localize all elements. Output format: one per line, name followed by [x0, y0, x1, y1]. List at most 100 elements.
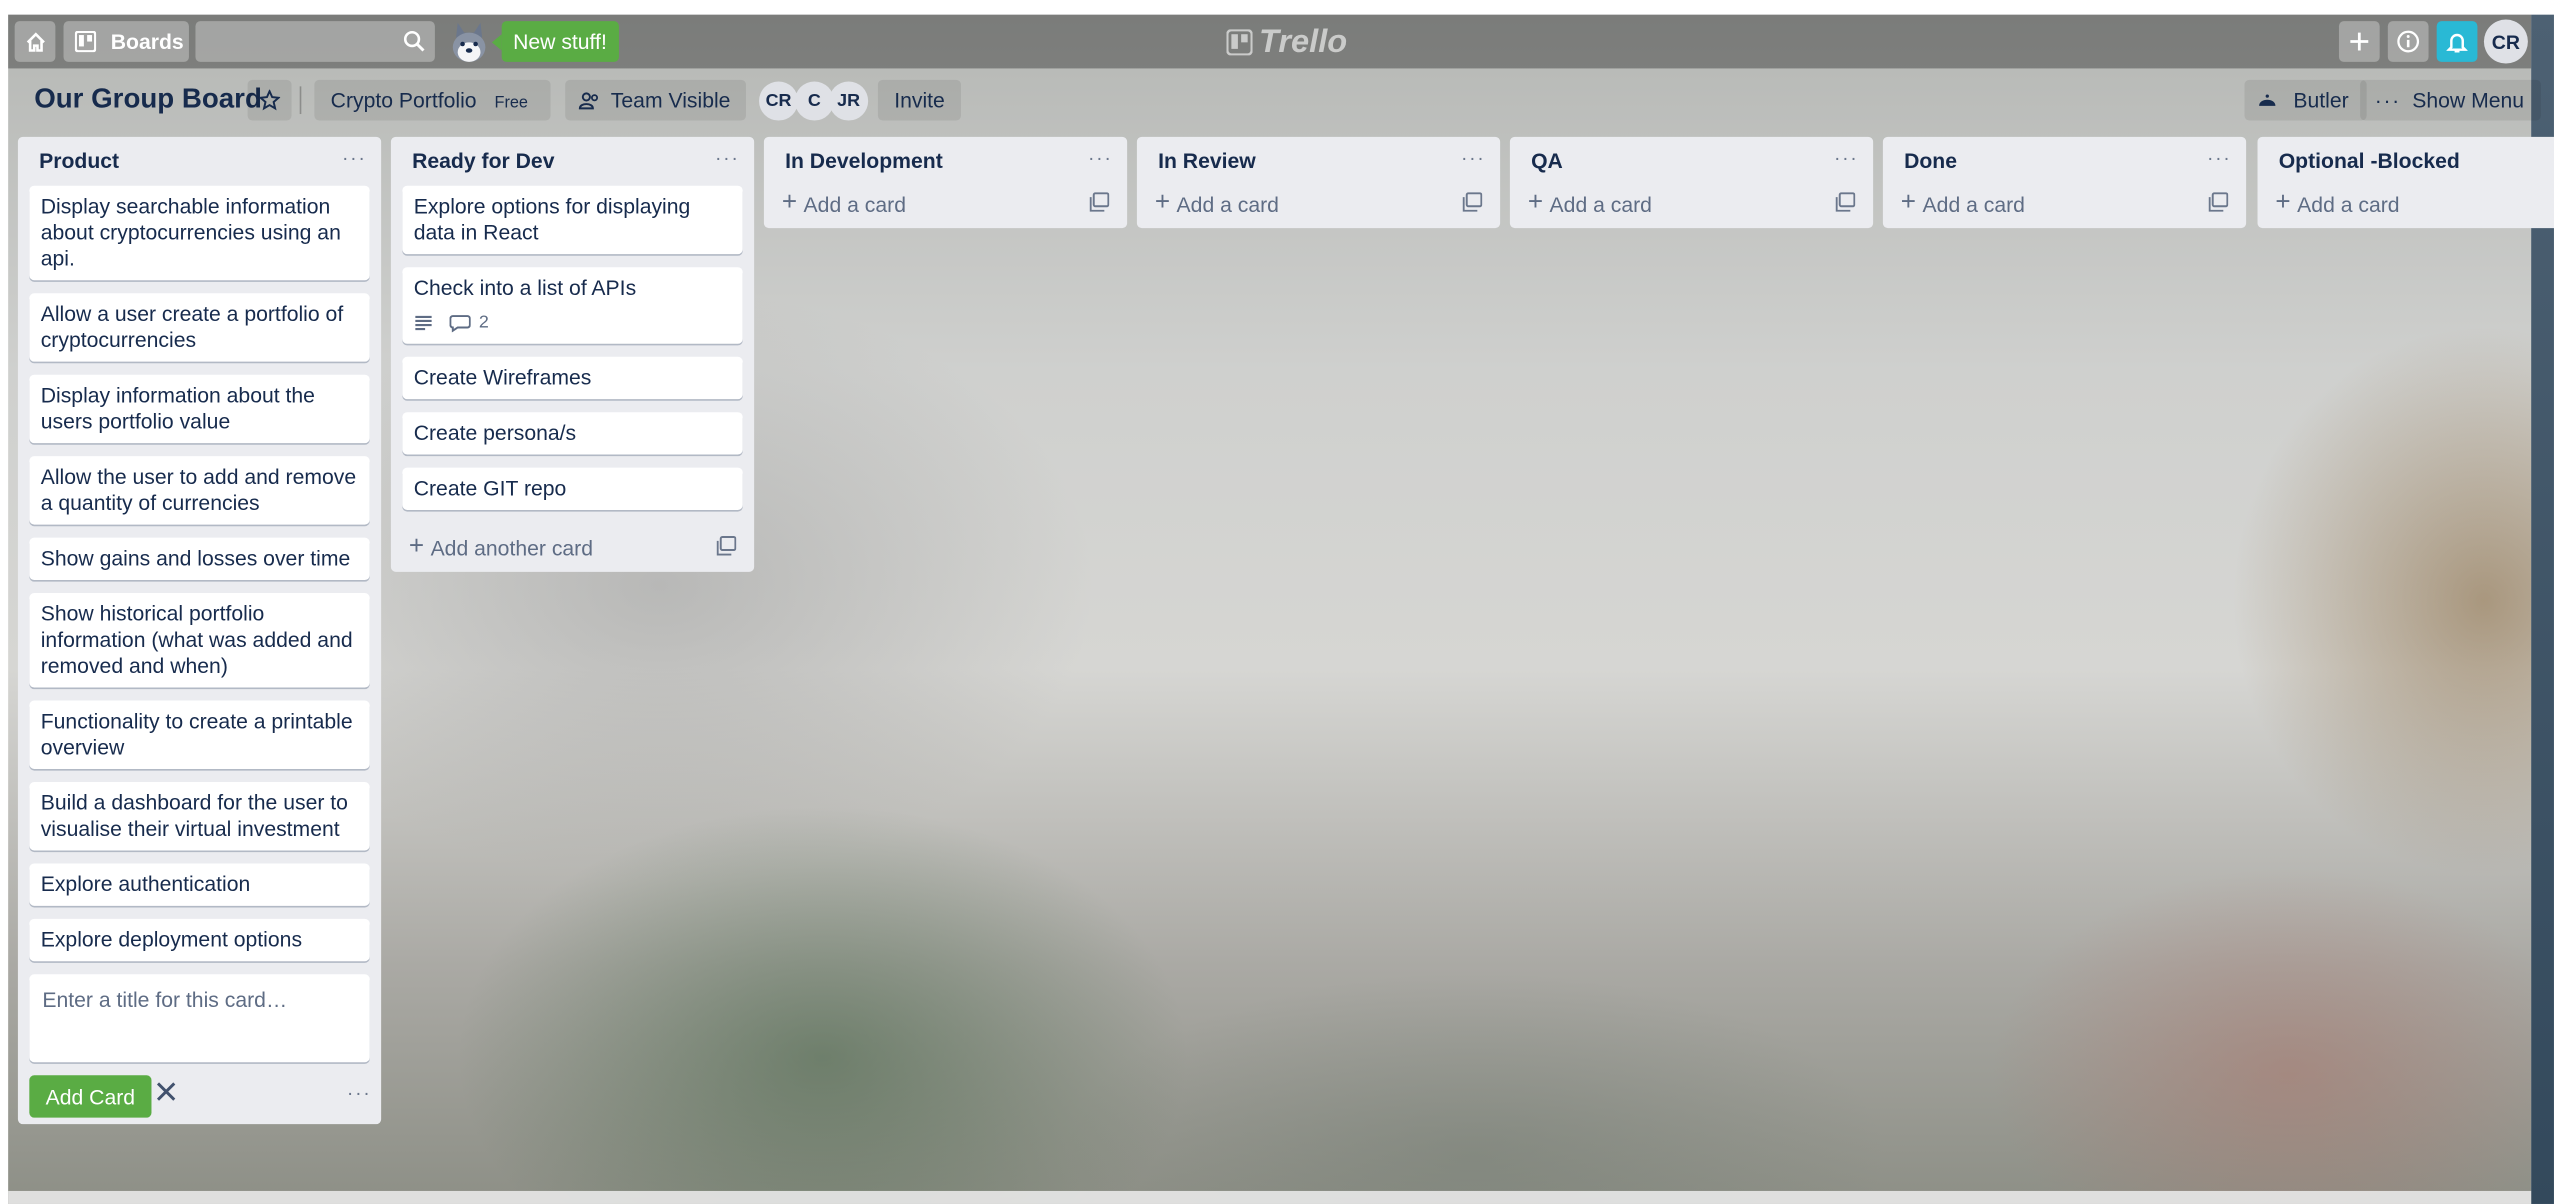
trello-logo-text: Trello — [1259, 23, 1348, 60]
trello-logo[interactable]: Trello — [1226, 24, 1347, 60]
user-avatar[interactable]: CR — [2483, 19, 2528, 64]
home-button[interactable] — [14, 21, 56, 62]
card[interactable]: Create persona/s — [402, 412, 743, 455]
list-menu-icon[interactable]: ··· — [1461, 147, 1485, 170]
list-menu-icon[interactable]: ··· — [1834, 147, 1858, 170]
plus-icon: + — [1527, 188, 1544, 217]
information-button[interactable] — [2387, 21, 2429, 62]
card[interactable]: Explore authentication — [29, 863, 370, 906]
card[interactable]: Check into a list of APIs 2 — [402, 267, 743, 344]
add-card-label: Add a card — [1549, 191, 1652, 216]
card-template-icon[interactable] — [716, 536, 737, 556]
card-composer — [29, 974, 370, 1063]
list-header[interactable]: In Development ··· — [764, 137, 1127, 179]
add-card-link[interactable]: + Add a card — [1137, 179, 1500, 228]
add-card-link[interactable]: + Add a card — [2258, 179, 2554, 228]
invite-button[interactable]: Invite — [877, 79, 962, 121]
add-card-link[interactable]: + Add a card — [1510, 179, 1873, 228]
list-title[interactable]: In Development — [785, 148, 943, 172]
card[interactable]: Explore options for displaying data in R… — [402, 185, 743, 255]
comment-count: 2 — [478, 312, 489, 333]
card[interactable]: Build a dashboard for the user to visual… — [29, 782, 370, 851]
add-card-label: Add a card — [2297, 191, 2400, 216]
list-in-development: In Development ··· + Add a card — [763, 136, 1128, 229]
butler-button[interactable]: Butler — [2244, 79, 2367, 121]
card[interactable]: Functionality to create a printable over… — [29, 700, 370, 769]
card-template-icon[interactable] — [2208, 192, 2229, 212]
card-badges: 2 — [414, 310, 732, 336]
team-button[interactable]: Crypto Portfolio Free — [314, 79, 551, 121]
card-title-input[interactable] — [39, 984, 356, 1056]
list-header[interactable]: Ready for Dev ··· — [391, 137, 754, 179]
boards-button[interactable]: Boards — [63, 21, 189, 62]
list-header[interactable]: Optional -Blocked — [2258, 137, 2554, 179]
card[interactable]: Display information about the users port… — [29, 374, 370, 444]
card[interactable]: Show historical portfolio information (w… — [29, 593, 370, 688]
card[interactable]: Display searchable information about cry… — [29, 185, 370, 281]
add-card-link[interactable]: + Add a card — [764, 179, 1127, 228]
list-header[interactable]: QA ··· — [1510, 137, 1873, 179]
taco-husky-mascot-icon[interactable] — [445, 18, 494, 67]
list-title[interactable]: Product — [39, 148, 119, 172]
card[interactable]: Explore deployment options — [29, 918, 370, 962]
composer-options-icon[interactable]: ··· — [347, 1082, 371, 1105]
member-avatar[interactable]: JR — [829, 81, 869, 121]
team-visibility-icon — [578, 91, 599, 109]
search-input[interactable] — [195, 21, 435, 62]
create-button[interactable] — [2338, 21, 2380, 62]
star-icon — [258, 89, 281, 111]
more-dots-icon: ··· — [2374, 87, 2401, 113]
add-card-link[interactable]: + Add another card — [391, 523, 754, 572]
card-title: Check into a list of APIs — [413, 275, 637, 300]
plus-icon: + — [1154, 188, 1171, 217]
list-title[interactable]: QA — [1531, 148, 1563, 172]
horizontal-scrollbar[interactable] — [8, 1190, 2532, 1204]
add-card-button[interactable]: Add Card — [29, 1075, 152, 1118]
list-ready-for-dev: Ready for Dev ··· Explore options for di… — [390, 136, 755, 572]
card[interactable]: Create Wireframes — [402, 356, 743, 400]
board-icon — [74, 30, 97, 53]
list-product: Product ··· Display searchable informati… — [17, 136, 382, 1125]
add-card-link[interactable]: + Add a card — [1883, 179, 2246, 228]
list-title[interactable]: Ready for Dev — [412, 148, 554, 172]
card-template-icon[interactable] — [1835, 192, 1856, 212]
card-template-icon[interactable] — [1462, 192, 1483, 212]
comment-icon — [449, 314, 471, 332]
star-board-button[interactable] — [247, 79, 292, 121]
card[interactable]: Show gains and losses over time — [29, 537, 370, 580]
member-initials: CR — [765, 91, 792, 111]
card[interactable]: Create GIT repo — [402, 467, 743, 510]
user-avatar-initials: CR — [2491, 30, 2521, 53]
list-title[interactable]: Optional -Blocked — [2279, 148, 2460, 172]
card[interactable]: Allow the user to add and remove a quant… — [29, 456, 370, 525]
show-menu-label: Show Menu — [2412, 87, 2525, 113]
list-menu-icon[interactable]: ··· — [2207, 147, 2231, 170]
visibility-label: Team Visible — [610, 87, 731, 113]
list-header[interactable]: Product ··· — [18, 137, 381, 179]
list-menu-icon[interactable]: ··· — [1088, 147, 1112, 170]
card[interactable]: Allow a user create a portfolio of crypt… — [29, 293, 370, 362]
member-initials: JR — [837, 91, 861, 111]
list-header[interactable]: Done ··· — [1883, 137, 2246, 179]
list-menu-icon[interactable]: ··· — [342, 147, 366, 170]
list-menu-icon[interactable]: ··· — [715, 147, 739, 170]
add-card-label: Add a card — [803, 191, 906, 216]
list-title[interactable]: In Review — [1158, 148, 1256, 172]
list-header[interactable]: In Review ··· — [1137, 137, 1500, 179]
bell-icon — [2446, 33, 2468, 52]
team-plan-badge: Free — [494, 93, 528, 112]
card-template-icon[interactable] — [1089, 192, 1110, 212]
new-stuff-button[interactable]: New stuff! — [491, 21, 619, 62]
close-icon[interactable] — [155, 1080, 178, 1103]
visibility-button[interactable]: Team Visible — [565, 79, 747, 121]
show-menu-button[interactable]: ··· Show Menu — [2360, 79, 2541, 121]
top-header-bar: Boards New stuff! Trello CR — [8, 14, 2532, 69]
composer-controls: Add Card ··· — [18, 1062, 381, 1124]
notifications-button[interactable] — [2436, 21, 2478, 62]
member-avatar[interactable]: CR — [759, 81, 799, 121]
list-title[interactable]: Done — [1904, 148, 1957, 172]
board-title[interactable]: Our Group Board — [34, 83, 262, 116]
butler-icon — [2257, 93, 2278, 107]
home-icon — [25, 31, 45, 51]
search-icon — [403, 30, 425, 52]
